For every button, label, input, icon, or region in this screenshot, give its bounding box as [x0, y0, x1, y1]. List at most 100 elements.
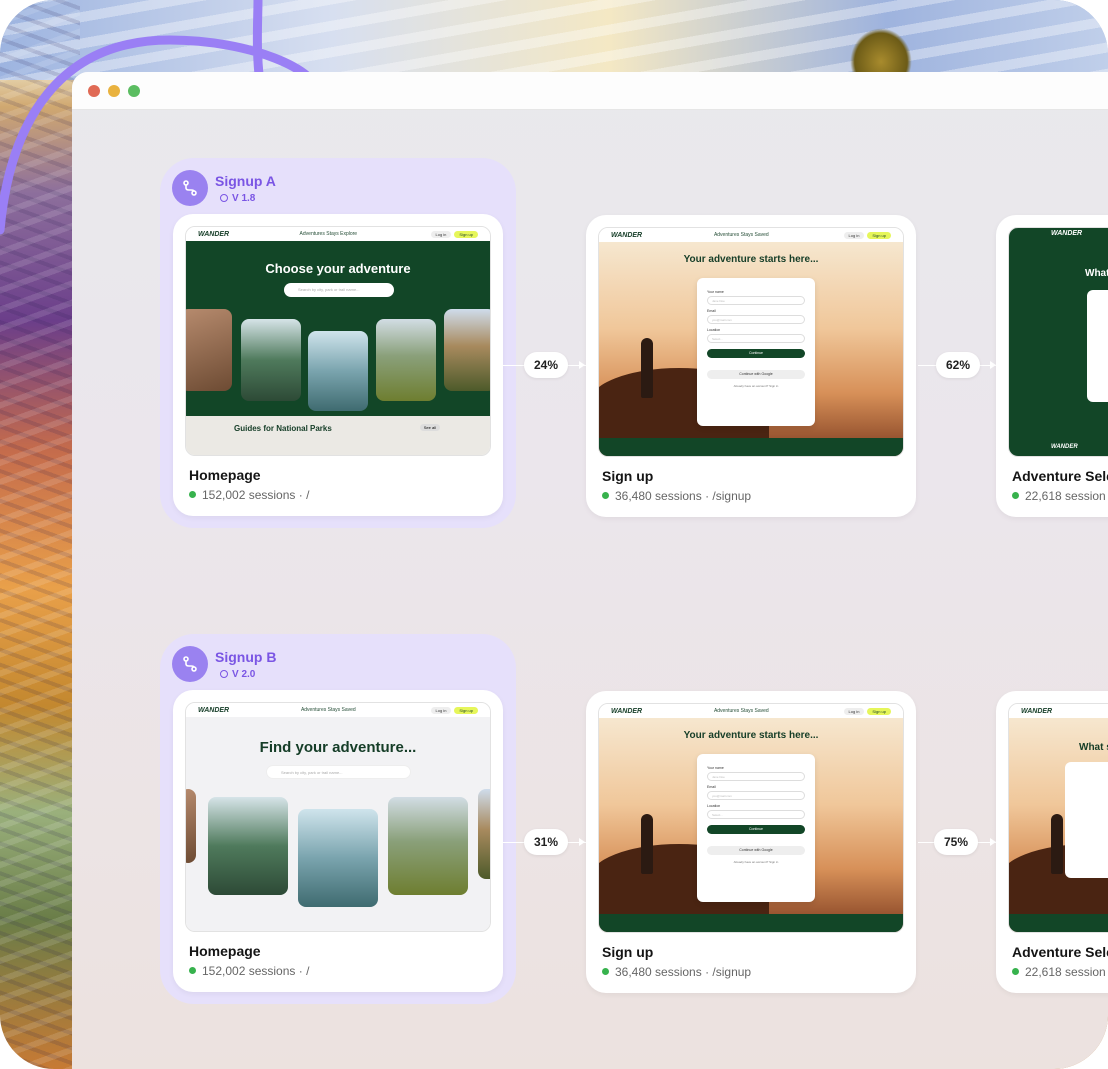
variant-signup-a[interactable]: Signup A V 1.8 WANDER Adventures Stays E… — [160, 158, 516, 528]
step-title: Sign up — [602, 468, 654, 484]
step-title: Sign up — [602, 944, 654, 960]
step-title: Adventure Sele — [1012, 468, 1108, 484]
route-icon — [172, 170, 208, 206]
mock-footer-logo: WANDER — [1051, 444, 1078, 450]
variant-title: Signup A — [215, 173, 276, 189]
mock-footer-band — [1009, 914, 1108, 932]
mock-panel — [1087, 290, 1108, 402]
step-card-homepage[interactable]: WANDER Adventures Stays Saved Log in Sign… — [173, 690, 503, 992]
mock-sunset-hero: Your adventure starts here... Your name … — [599, 718, 903, 932]
arrow-icon — [579, 361, 585, 369]
mock-logo: WANDER — [611, 231, 643, 239]
page-thumbnail: WANDER What so — [1008, 703, 1108, 933]
step-title: Homepage — [189, 943, 261, 959]
mock-hero: Choose your adventure Search by city, pa… — [186, 241, 490, 416]
mock-nav: WANDER Adventures Stays Saved Log in Sign… — [186, 703, 490, 717]
photo-tile — [241, 319, 301, 401]
mock-login: Log in — [843, 707, 865, 715]
mock-signup: Sign up — [454, 230, 478, 238]
step-meta: 152,002 sessions · / — [189, 964, 309, 978]
clock-icon — [220, 194, 228, 202]
photo-tile — [298, 809, 378, 907]
step-card-adventure-select[interactable]: WANDER What WANDER Adventure Sele 22,618… — [996, 215, 1108, 517]
mock-headline: What so — [1079, 742, 1108, 753]
conversion-badge: 31% — [524, 829, 568, 855]
step-title: Homepage — [189, 467, 261, 483]
mock-logo: WANDER — [1051, 230, 1083, 237]
variant-signup-b[interactable]: Signup B V 2.0 WANDER Adventures Stays S… — [160, 634, 516, 1004]
step-card-homepage[interactable]: WANDER Adventures Stays Explore Log in Si… — [173, 214, 503, 516]
background-painting: Signup A V 1.8 WANDER Adventures Stays E… — [0, 0, 1108, 1069]
step-title: Adventure Sele — [1012, 944, 1108, 960]
variant-version: V 1.8 — [220, 193, 255, 204]
status-dot — [189, 491, 196, 498]
mock-see-all: See all — [419, 424, 440, 431]
window-titlebar — [72, 72, 1108, 110]
photo-tile — [376, 319, 436, 401]
mock-logo: WANDER — [198, 706, 230, 714]
step-meta: 152,002 sessions · / — [189, 488, 309, 502]
step-card-signup[interactable]: WANDER Adventures Stays Saved Log in Sign… — [586, 215, 916, 517]
close-dot[interactable] — [88, 85, 100, 97]
step-meta: 22,618 session — [1012, 965, 1106, 979]
mock-nav: WANDER Adventures Stays Explore Log in Si… — [186, 227, 490, 241]
step-meta: 36,480 sessions · /signup — [602, 965, 751, 979]
route-icon — [172, 646, 208, 682]
step-meta: 36,480 sessions · /signup — [602, 489, 751, 503]
mock-headline: Your adventure starts here... — [683, 254, 819, 265]
photo-tile — [444, 309, 490, 391]
mock-logo: WANDER — [1021, 707, 1053, 715]
photo-tile — [186, 789, 196, 863]
mock-signup-form: Your name Jane Doe Email you@mail.com Lo… — [697, 278, 815, 426]
mock-sunset-hero: What so — [1009, 718, 1108, 932]
mock-login: Log in — [430, 706, 452, 714]
photo-tile — [308, 331, 368, 411]
mock-nav: WANDER Adventures Stays Saved Log in Sign… — [599, 228, 903, 242]
variant-version: V 2.0 — [220, 669, 255, 680]
mock-links: Adventures Stays Saved — [300, 707, 356, 713]
mock-footer-band — [599, 914, 903, 932]
minimize-dot[interactable] — [108, 85, 120, 97]
step-meta: 22,618 session — [1012, 489, 1106, 503]
conversion-badge: 75% — [934, 829, 978, 855]
mock-nav: WANDER Adventures Stays Saved Log in Sign… — [599, 704, 903, 718]
hiker-silhouette — [1051, 814, 1063, 874]
mock-login: Log in — [843, 231, 865, 239]
status-dot — [1012, 968, 1019, 975]
photo-tile — [186, 309, 232, 391]
status-dot — [602, 492, 609, 499]
hiker-silhouette — [641, 814, 653, 874]
page-thumbnail: WANDER Adventures Stays Saved Log in Sign… — [185, 702, 491, 932]
mock-sunset-hero: Your adventure starts here... Your name … — [599, 242, 903, 456]
mock-footer-band — [599, 438, 903, 456]
arrow-icon — [579, 838, 585, 846]
mock-headline: Your adventure starts here... — [683, 730, 819, 741]
mock-logo: WANDER — [611, 707, 643, 715]
page-thumbnail: WANDER Adventures Stays Saved Log in Sign… — [598, 227, 904, 457]
step-card-signup[interactable]: WANDER Adventures Stays Saved Log in Sign… — [586, 691, 916, 993]
mock-hero: Find your adventure... Search by city, p… — [186, 717, 490, 931]
mock-search: Search by city, park or trail name... — [266, 765, 411, 779]
mock-links: Adventures Stays Saved — [713, 708, 769, 714]
mock-headline: Find your adventure... — [259, 739, 417, 756]
variant-title: Signup B — [215, 649, 277, 665]
page-thumbnail: WANDER What WANDER — [1008, 227, 1108, 457]
photo-tile — [478, 789, 490, 879]
mock-headline: What — [1085, 268, 1108, 279]
mock-logo: WANDER — [198, 230, 230, 238]
step-card-adventure-select[interactable]: WANDER What so Adventure Sele 22,618 ses… — [996, 691, 1108, 993]
mock-signup-form: Your name Jane Doe Email you@mail.com Lo… — [697, 754, 815, 902]
maximize-dot[interactable] — [128, 85, 140, 97]
hiker-silhouette — [641, 338, 653, 398]
mock-headline: Choose your adventure — [265, 261, 411, 276]
mock-links: Adventures Stays Saved — [713, 232, 769, 238]
status-dot — [189, 967, 196, 974]
mock-signup: Sign up — [454, 706, 478, 714]
mock-search: Search by city, park or trail name... — [284, 283, 394, 297]
mock-login: Log in — [430, 230, 452, 238]
conversion-badge: 24% — [524, 352, 568, 378]
mock-guides: Guides for National Parks See all — [186, 416, 490, 455]
mock-guides-title: Guides for National Parks — [234, 424, 332, 433]
mock-nav: WANDER — [1009, 704, 1108, 718]
photo-tile — [388, 797, 468, 895]
